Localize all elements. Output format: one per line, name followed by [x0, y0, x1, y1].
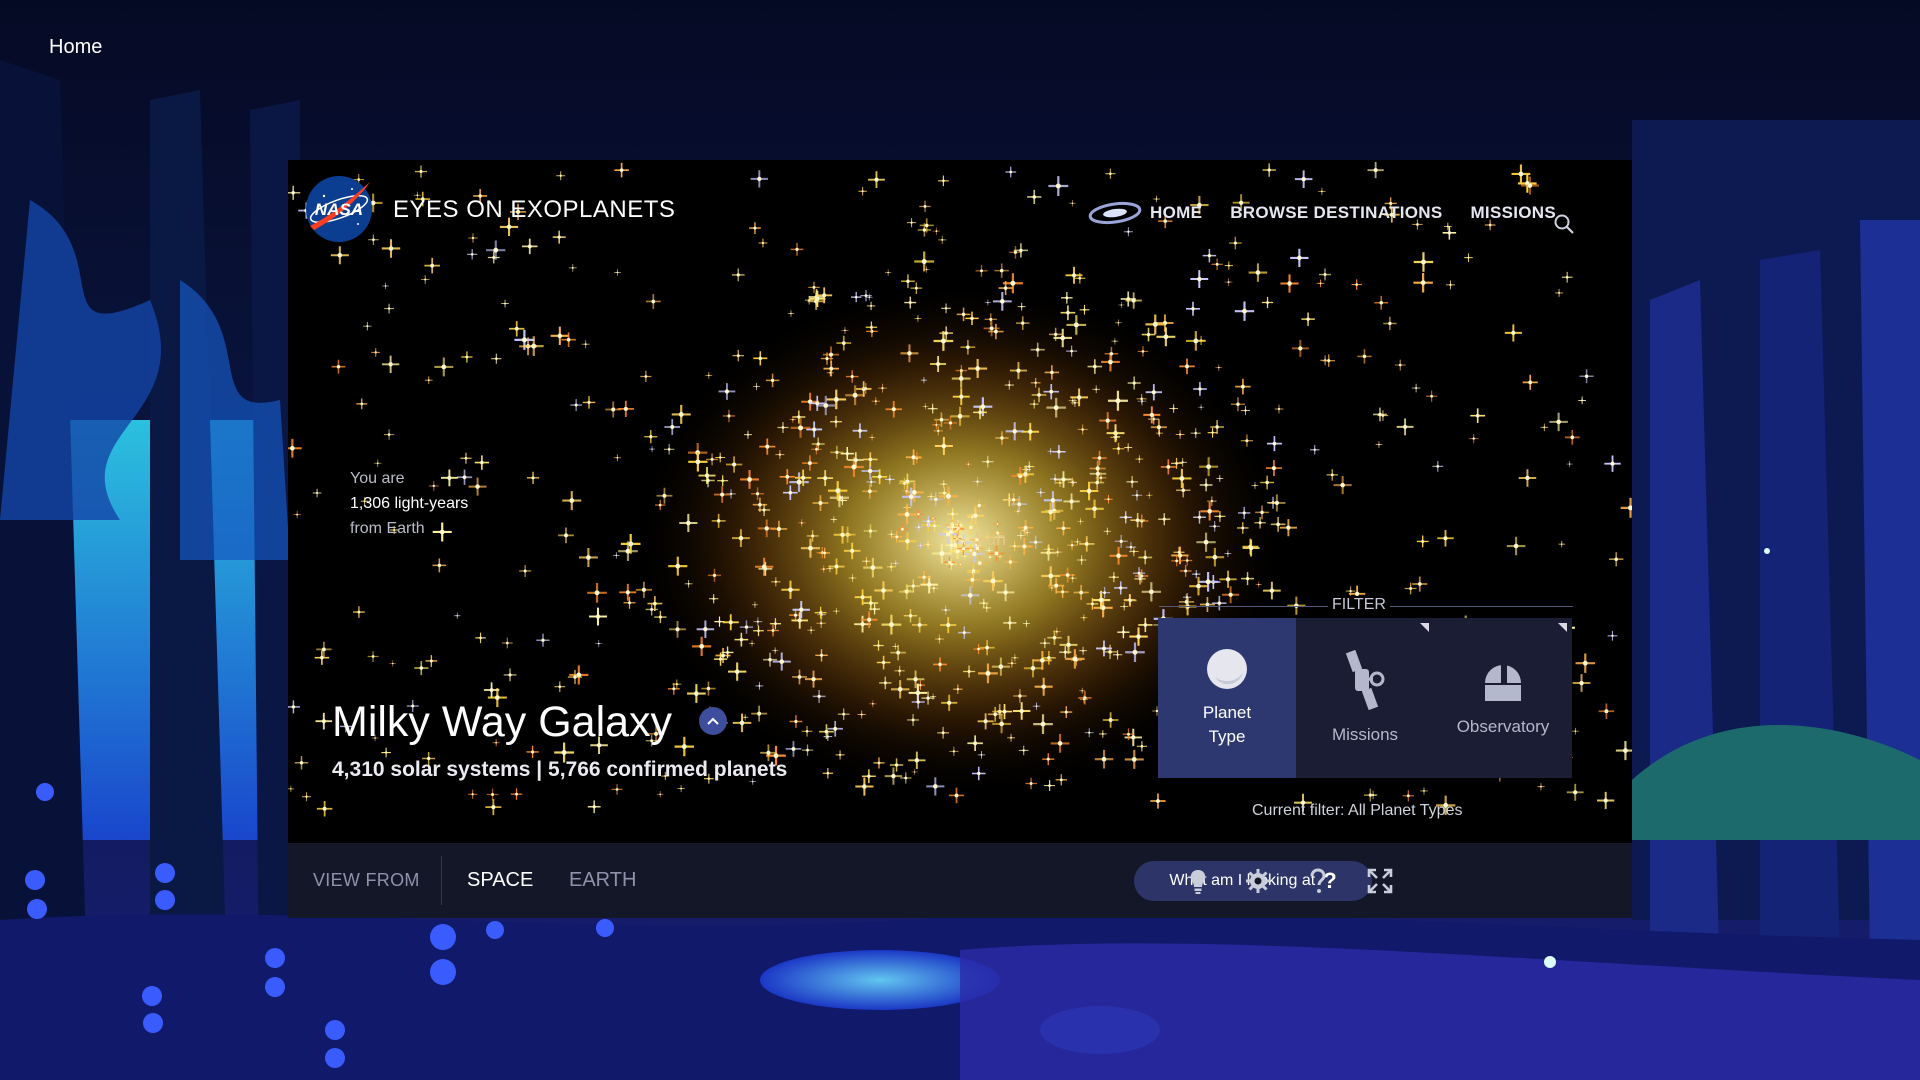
dropdown-corner-indicator: [1558, 623, 1567, 632]
app-window: NASA EYES ON EXOPLANETS HOME BROWSE DEST…: [288, 160, 1632, 918]
chevron-up-icon: [707, 717, 719, 725]
gear-icon[interactable]: [1244, 867, 1272, 895]
nasa-logo-text: NASA: [315, 200, 363, 219]
filter-planet-type-line2: Type: [1208, 727, 1246, 746]
app-title: EYES ON EXOPLANETS: [393, 196, 676, 223]
distance-line-1: You are: [350, 470, 405, 487]
main-nav: HOME BROWSE DESTINATIONS MISSIONS: [1088, 200, 1556, 226]
search-icon[interactable]: [1552, 212, 1576, 236]
distance-line-3: from Earth: [350, 520, 425, 537]
help-icon[interactable]: [1304, 867, 1332, 895]
galaxy-stats: 4,310 solar systems | 5,766 confirmed pl…: [332, 758, 788, 781]
filter-panel: Planet Type Missions Observatory: [1158, 618, 1572, 778]
distance-value: 1,306 light-years: [350, 495, 469, 512]
view-from-label: VIEW FROM: [313, 870, 420, 890]
view-space-button[interactable]: SPACE: [467, 869, 533, 892]
home-link[interactable]: Home: [49, 36, 102, 59]
bottom-toolbar: VIEW FROM SPACE EARTH What am I looking …: [288, 843, 1632, 918]
lightbulb-icon[interactable]: [1184, 867, 1212, 895]
filter-missions-label: Missions: [1331, 725, 1399, 744]
sun-label[interactable]: Sun: [974, 529, 1006, 550]
nav-missions[interactable]: MISSIONS: [1470, 203, 1556, 223]
current-filter-text: Current filter: All Planet Types: [1252, 802, 1463, 819]
observatory-icon: [1485, 665, 1521, 701]
distance-readout: You are 1,306 light-years from Earth: [350, 466, 468, 541]
filter-planet-type-line1: Planet: [1202, 703, 1252, 722]
galaxy-icon: [1088, 201, 1142, 225]
filter-observatory-label: Observatory: [1456, 717, 1550, 736]
filter-planet-type[interactable]: Planet Type: [1158, 618, 1296, 778]
galaxy-title: Milky Way Galaxy: [332, 698, 673, 746]
satellite-icon: [1345, 649, 1385, 711]
view-earth-button[interactable]: EARTH: [569, 869, 636, 892]
nav-home[interactable]: HOME: [1088, 200, 1202, 226]
toolbar-divider: [441, 856, 442, 905]
collapse-info-button[interactable]: [699, 707, 727, 735]
planet-icon: [1207, 649, 1247, 689]
nasa-logo[interactable]: NASA: [304, 174, 374, 244]
nav-home-label: HOME: [1150, 203, 1203, 222]
app-header: NASA EYES ON EXOPLANETS HOME BROWSE DEST…: [304, 174, 1632, 246]
fullscreen-icon[interactable]: [1366, 867, 1394, 895]
sun-marker[interactable]: [957, 539, 966, 548]
nav-browse-destinations[interactable]: BROWSE DESTINATIONS: [1230, 203, 1442, 223]
filter-label: FILTER: [1328, 596, 1390, 614]
filter-observatory[interactable]: Observatory: [1434, 618, 1572, 778]
dropdown-corner-indicator: [1420, 623, 1429, 632]
filter-missions[interactable]: Missions: [1296, 618, 1434, 778]
